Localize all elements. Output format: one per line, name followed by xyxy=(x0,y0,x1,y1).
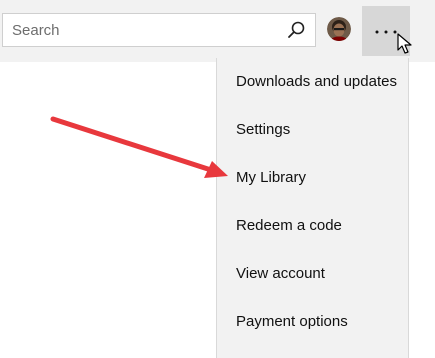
more-menu: Downloads and updates Settings My Librar… xyxy=(216,58,409,358)
annotation-arrow-shaft xyxy=(50,116,214,173)
search-icon[interactable] xyxy=(286,20,306,40)
menu-item-payment-options[interactable]: Payment options xyxy=(217,298,408,346)
menu-item-redeem-a-code[interactable]: Redeem a code xyxy=(217,202,408,250)
search-box[interactable] xyxy=(2,13,316,47)
mouse-pointer-icon xyxy=(397,33,412,54)
menu-item-view-account[interactable]: View account xyxy=(217,250,408,298)
menu-item-settings[interactable]: Settings xyxy=(217,106,408,154)
menu-item-downloads-and-updates[interactable]: Downloads and updates xyxy=(217,58,408,106)
more-horizontal-icon xyxy=(375,30,397,34)
avatar[interactable] xyxy=(327,17,351,41)
search-input[interactable] xyxy=(3,14,273,46)
menu-item-my-library[interactable]: My Library xyxy=(217,154,408,202)
top-bar xyxy=(0,0,435,62)
